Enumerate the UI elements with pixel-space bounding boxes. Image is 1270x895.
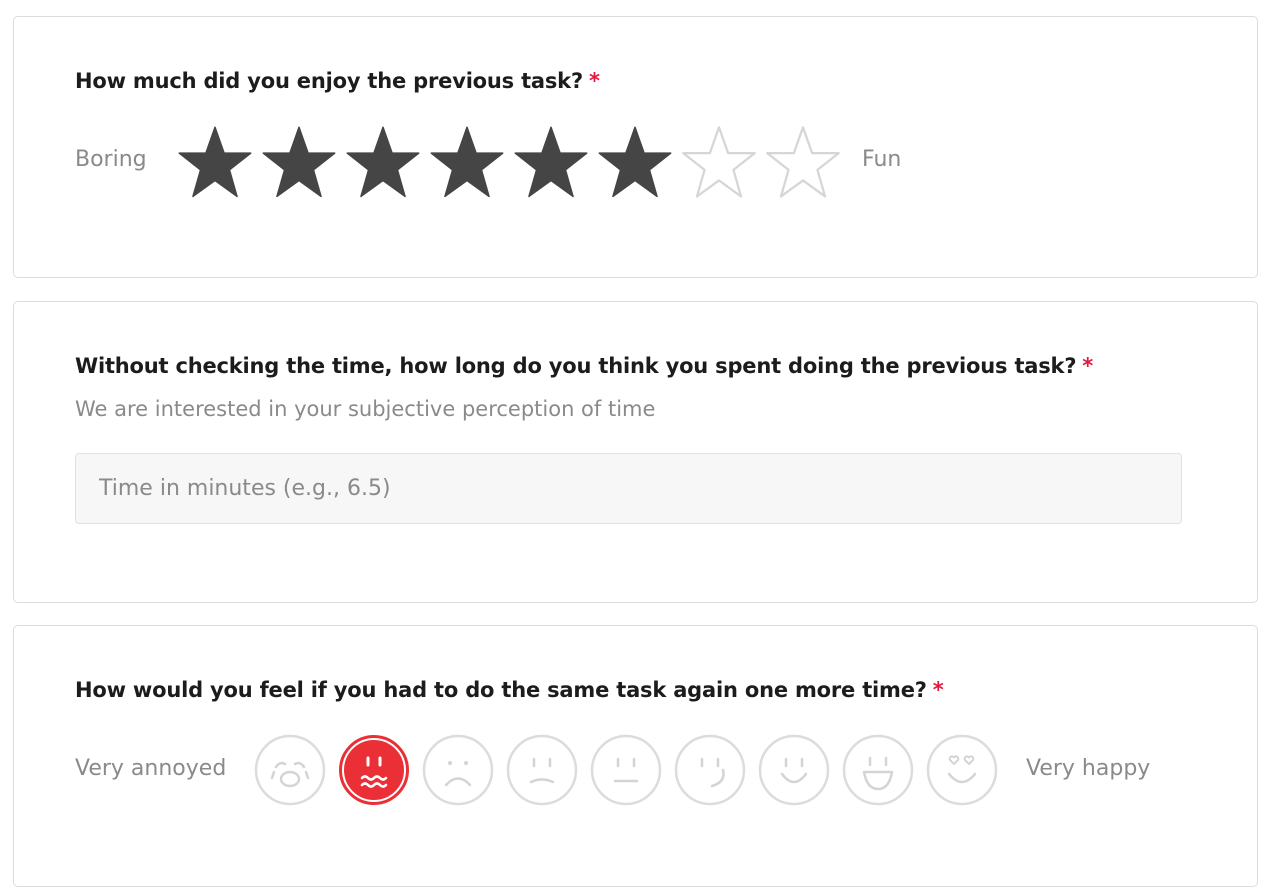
question-card-enjoyment: How much did you enjoy the previous task…: [13, 16, 1258, 278]
nauseated-face-icon[interactable]: [338, 734, 410, 806]
star-empty-icon[interactable]: [680, 125, 758, 201]
question-text: How much did you enjoy the previous task…: [75, 69, 583, 93]
star-filled-icon[interactable]: [428, 125, 506, 201]
question-title: How would you feel if you had to do the …: [75, 678, 944, 702]
required-asterisk: *: [1082, 354, 1094, 378]
slightly-smiling-face-icon[interactable]: [758, 734, 830, 806]
question-card-repeat-feeling: How would you feel if you had to do the …: [13, 625, 1258, 887]
scale-low-label: Very annoyed: [75, 756, 227, 781]
neutral-face-icon[interactable]: [590, 734, 662, 806]
question-title: Without checking the time, how long do y…: [75, 354, 1093, 378]
frowning-face-icon[interactable]: [422, 734, 494, 806]
required-asterisk: *: [932, 678, 944, 702]
star-filled-icon[interactable]: [512, 125, 590, 201]
question-card-time-estimate: Without checking the time, how long do y…: [13, 301, 1258, 603]
star-filled-icon[interactable]: [176, 125, 254, 201]
time-minutes-input[interactable]: [75, 453, 1182, 524]
scale-high-label: Very happy: [1026, 756, 1151, 781]
grinning-face-icon[interactable]: [842, 734, 914, 806]
question-description: We are interested in your subjective per…: [75, 397, 656, 421]
heart-eyes-face-icon[interactable]: [926, 734, 998, 806]
question-text: How would you feel if you had to do the …: [75, 678, 927, 702]
question-title: How much did you enjoy the previous task…: [75, 69, 600, 93]
question-text: Without checking the time, how long do y…: [75, 354, 1077, 378]
required-asterisk: *: [588, 69, 600, 93]
rating-high-label: Fun: [862, 147, 902, 172]
star-empty-icon[interactable]: [764, 125, 842, 201]
star-filled-icon[interactable]: [344, 125, 422, 201]
crying-face-icon[interactable]: [254, 734, 326, 806]
star-filled-icon[interactable]: [260, 125, 338, 201]
smirking-face-icon[interactable]: [674, 734, 746, 806]
rating-low-label: Boring: [75, 147, 147, 172]
slightly-frowning-face-icon[interactable]: [506, 734, 578, 806]
star-filled-icon[interactable]: [596, 125, 674, 201]
